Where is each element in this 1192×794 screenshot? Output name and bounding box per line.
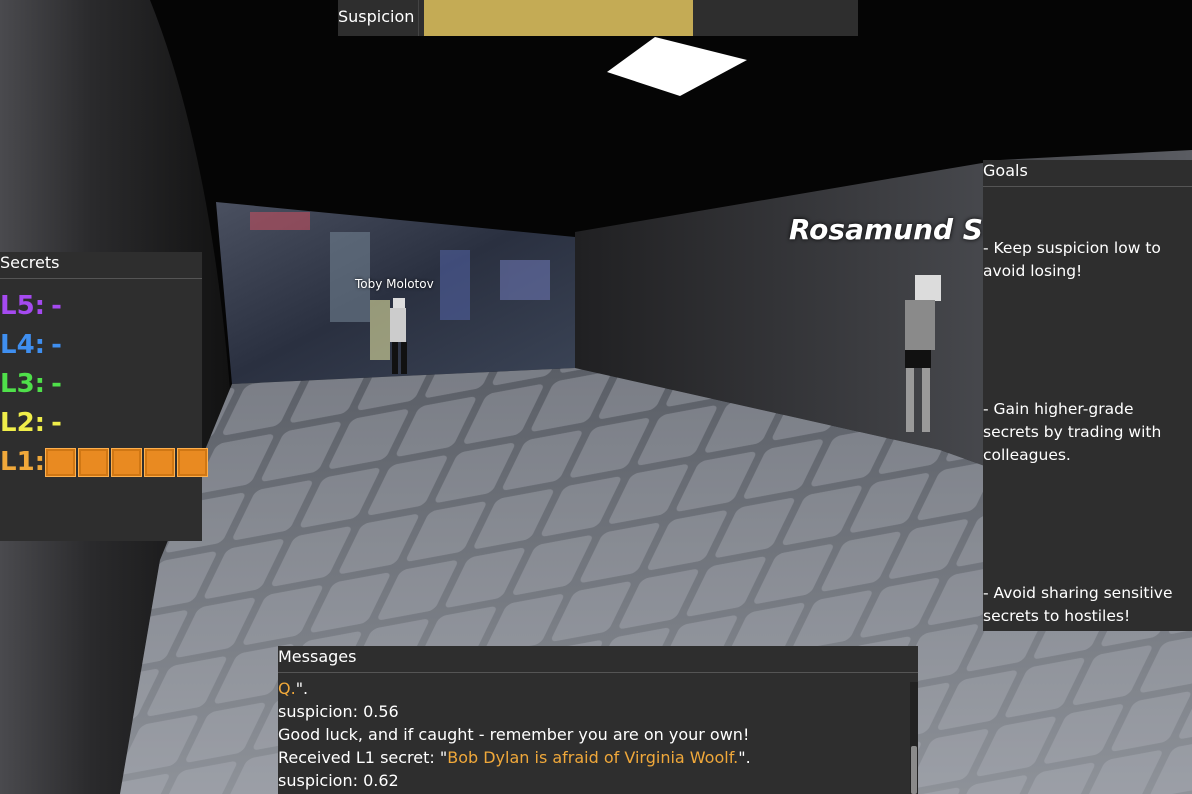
messages-panel: Messages Q.". suspicion: 0.56 Good luck,…	[278, 646, 918, 794]
secret-block[interactable]	[78, 448, 109, 477]
secret-block[interactable]	[111, 448, 142, 477]
messages-scroll-thumb[interactable]	[911, 746, 917, 794]
message-line: Q.".	[278, 679, 309, 698]
secret-block[interactable]	[45, 448, 76, 477]
secret-level-value: -	[51, 291, 62, 321]
secret-row-l2: L2: -	[0, 405, 62, 441]
npc-name-toby: Toby Molotov	[355, 277, 434, 291]
goal-item: - Keep suspicion low to avoid losing!	[983, 239, 1166, 280]
message-log: Q.". suspicion: 0.56 Good luck, and if c…	[278, 673, 918, 792]
secrets-panel: Secrets L5: - L4: - L3: - L2: - L1:	[0, 252, 208, 541]
secret-level-label: L5:	[0, 291, 46, 321]
messages-title: Messages	[278, 646, 918, 673]
messages-scrollbar[interactable]	[910, 682, 918, 794]
secret-level-label: L4:	[0, 330, 46, 360]
secret-level-value: -	[51, 408, 62, 438]
secret-level-label: L3:	[0, 369, 46, 399]
suspicion-track	[424, 0, 858, 36]
secret-row-l3: L3: -	[0, 366, 62, 402]
secret-level-value: -	[51, 369, 62, 399]
secret-blocks	[45, 448, 210, 477]
secret-block[interactable]	[144, 448, 175, 477]
secrets-title: Secrets	[0, 252, 202, 279]
message-line: suspicion: 0.56	[278, 702, 399, 721]
goal-item: - Avoid sharing sensitive secrets to hos…	[983, 584, 1178, 625]
suspicion-label: Suspicion	[338, 0, 419, 36]
goal-item: - Gain higher-grade secrets by trading w…	[983, 400, 1167, 464]
secret-row-l4: L4: -	[0, 327, 62, 363]
secret-level-label: L2:	[0, 408, 46, 438]
message-line: Received L1 secret: "Bob Dylan is afraid…	[278, 748, 751, 767]
suspicion-fill	[424, 0, 694, 36]
goals-title: Goals	[983, 160, 1192, 187]
secret-row-l1: L1:	[0, 444, 208, 480]
message-line: suspicion: 0.62	[278, 771, 399, 790]
message-line: Good luck, and if caught - remember you …	[278, 725, 750, 744]
secret-level-label: L1:	[0, 447, 46, 477]
secret-block[interactable]	[177, 448, 208, 477]
secret-row-l5: L5: -	[0, 288, 62, 324]
secret-level-value: -	[51, 330, 62, 360]
goals-panel: Goals - Keep suspicion low to avoid losi…	[983, 160, 1192, 631]
npc-name-rosamund: Rosamund Ste	[789, 213, 1016, 246]
suspicion-meter: Suspicion	[338, 0, 858, 36]
